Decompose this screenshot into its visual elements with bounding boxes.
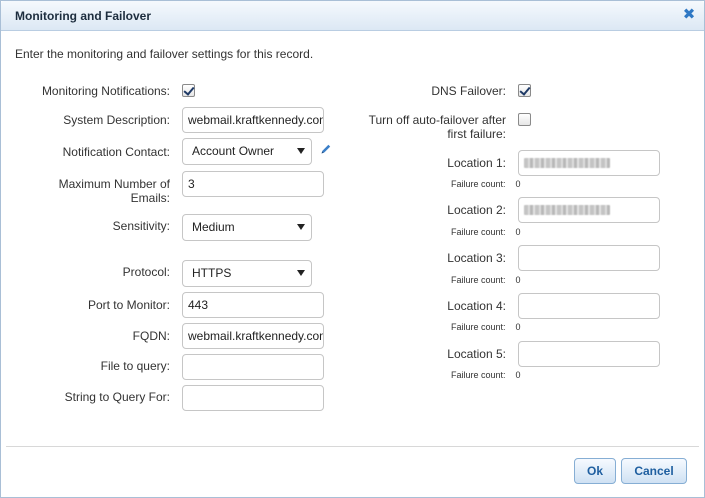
- notification-contact-value: Account Owner: [192, 144, 275, 158]
- failure-count-label: Failure count:: [451, 227, 506, 237]
- sensitivity-value: Medium: [192, 220, 235, 234]
- max-emails-input[interactable]: 3: [182, 171, 324, 197]
- location-5-label: Location 5:: [447, 347, 506, 361]
- failure-count-value: 0: [515, 322, 521, 332]
- pencil-icon[interactable]: [320, 143, 332, 155]
- dialog-title: Monitoring and Failover: [15, 9, 152, 23]
- redacted-value: [524, 205, 610, 215]
- failure-count-value: 0: [515, 179, 521, 189]
- location-5-input[interactable]: [518, 341, 660, 367]
- auto-failover-label-line2: first failure:: [447, 127, 506, 141]
- port-input[interactable]: 443: [182, 292, 324, 318]
- location-3-failure-count: Failure count: 0: [451, 275, 521, 285]
- protocol-select[interactable]: HTTPS: [182, 260, 312, 287]
- chevron-down-icon: [297, 270, 305, 276]
- instructions-text: Enter the monitoring and failover settin…: [15, 47, 314, 61]
- file-to-query-label: File to query:: [100, 359, 170, 373]
- failure-count-label: Failure count:: [451, 179, 506, 189]
- chevron-down-icon: [297, 148, 305, 154]
- location-4-failure-count: Failure count: 0: [451, 322, 521, 332]
- sensitivity-label: Sensitivity:: [112, 219, 170, 233]
- system-description-label: System Description:: [63, 113, 170, 127]
- protocol-label: Protocol:: [122, 265, 170, 279]
- failure-count-label: Failure count:: [451, 370, 506, 380]
- dns-failover-checkbox[interactable]: [518, 84, 531, 97]
- notification-contact-label: Notification Contact:: [62, 145, 170, 159]
- dialog-titlebar: Monitoring and Failover ✖: [1, 1, 704, 31]
- location-2-label: Location 2:: [447, 203, 506, 217]
- location-3-input[interactable]: [518, 245, 660, 271]
- failure-count-value: 0: [515, 370, 521, 380]
- monitoring-notifications-checkbox[interactable]: [182, 84, 195, 97]
- protocol-value: HTTPS: [192, 266, 232, 280]
- max-emails-label: Maximum Number of Emails:: [59, 177, 170, 205]
- failure-count-value: 0: [515, 227, 521, 237]
- location-1-input[interactable]: [518, 150, 660, 176]
- fqdn-label: FQDN:: [132, 329, 170, 343]
- file-to-query-input[interactable]: [182, 354, 324, 380]
- max-emails-label-line2: Emails:: [130, 191, 170, 205]
- string-to-query-label: String to Query For:: [64, 390, 170, 404]
- location-4-input[interactable]: [518, 293, 660, 319]
- monitoring-failover-dialog: Monitoring and Failover ✖ Enter the moni…: [0, 0, 705, 498]
- auto-failover-label: Turn off auto-failover after first failu…: [369, 113, 506, 141]
- footer-divider: [6, 446, 699, 447]
- cancel-button[interactable]: Cancel: [621, 458, 687, 484]
- auto-failover-label-line1: Turn off auto-failover after: [368, 113, 506, 127]
- sensitivity-select[interactable]: Medium: [182, 214, 312, 241]
- ok-button[interactable]: Ok: [574, 458, 616, 484]
- auto-failover-checkbox[interactable]: [518, 113, 531, 126]
- fqdn-input[interactable]: webmail.kraftkennedy.com: [182, 323, 324, 349]
- location-2-input[interactable]: [518, 197, 660, 223]
- port-label: Port to Monitor:: [87, 298, 170, 312]
- close-icon[interactable]: ✖: [681, 7, 697, 23]
- failure-count-label: Failure count:: [451, 275, 506, 285]
- string-to-query-input[interactable]: [182, 385, 324, 411]
- location-1-failure-count: Failure count: 0: [451, 179, 521, 189]
- dns-failover-label: DNS Failover:: [431, 84, 506, 98]
- system-description-input[interactable]: webmail.kraftkennedy.com: [182, 107, 324, 133]
- monitoring-notifications-label: Monitoring Notifications:: [41, 84, 170, 98]
- redacted-value: [524, 158, 610, 168]
- failure-count-label: Failure count:: [451, 322, 506, 332]
- location-2-failure-count: Failure count: 0: [451, 227, 521, 237]
- location-1-label: Location 1:: [447, 156, 506, 170]
- notification-contact-select[interactable]: Account Owner: [182, 138, 312, 165]
- max-emails-label-line1: Maximum Number of: [58, 177, 170, 191]
- location-5-failure-count: Failure count: 0: [451, 370, 521, 380]
- chevron-down-icon: [297, 224, 305, 230]
- location-3-label: Location 3:: [447, 251, 506, 265]
- failure-count-value: 0: [515, 275, 521, 285]
- location-4-label: Location 4:: [447, 299, 506, 313]
